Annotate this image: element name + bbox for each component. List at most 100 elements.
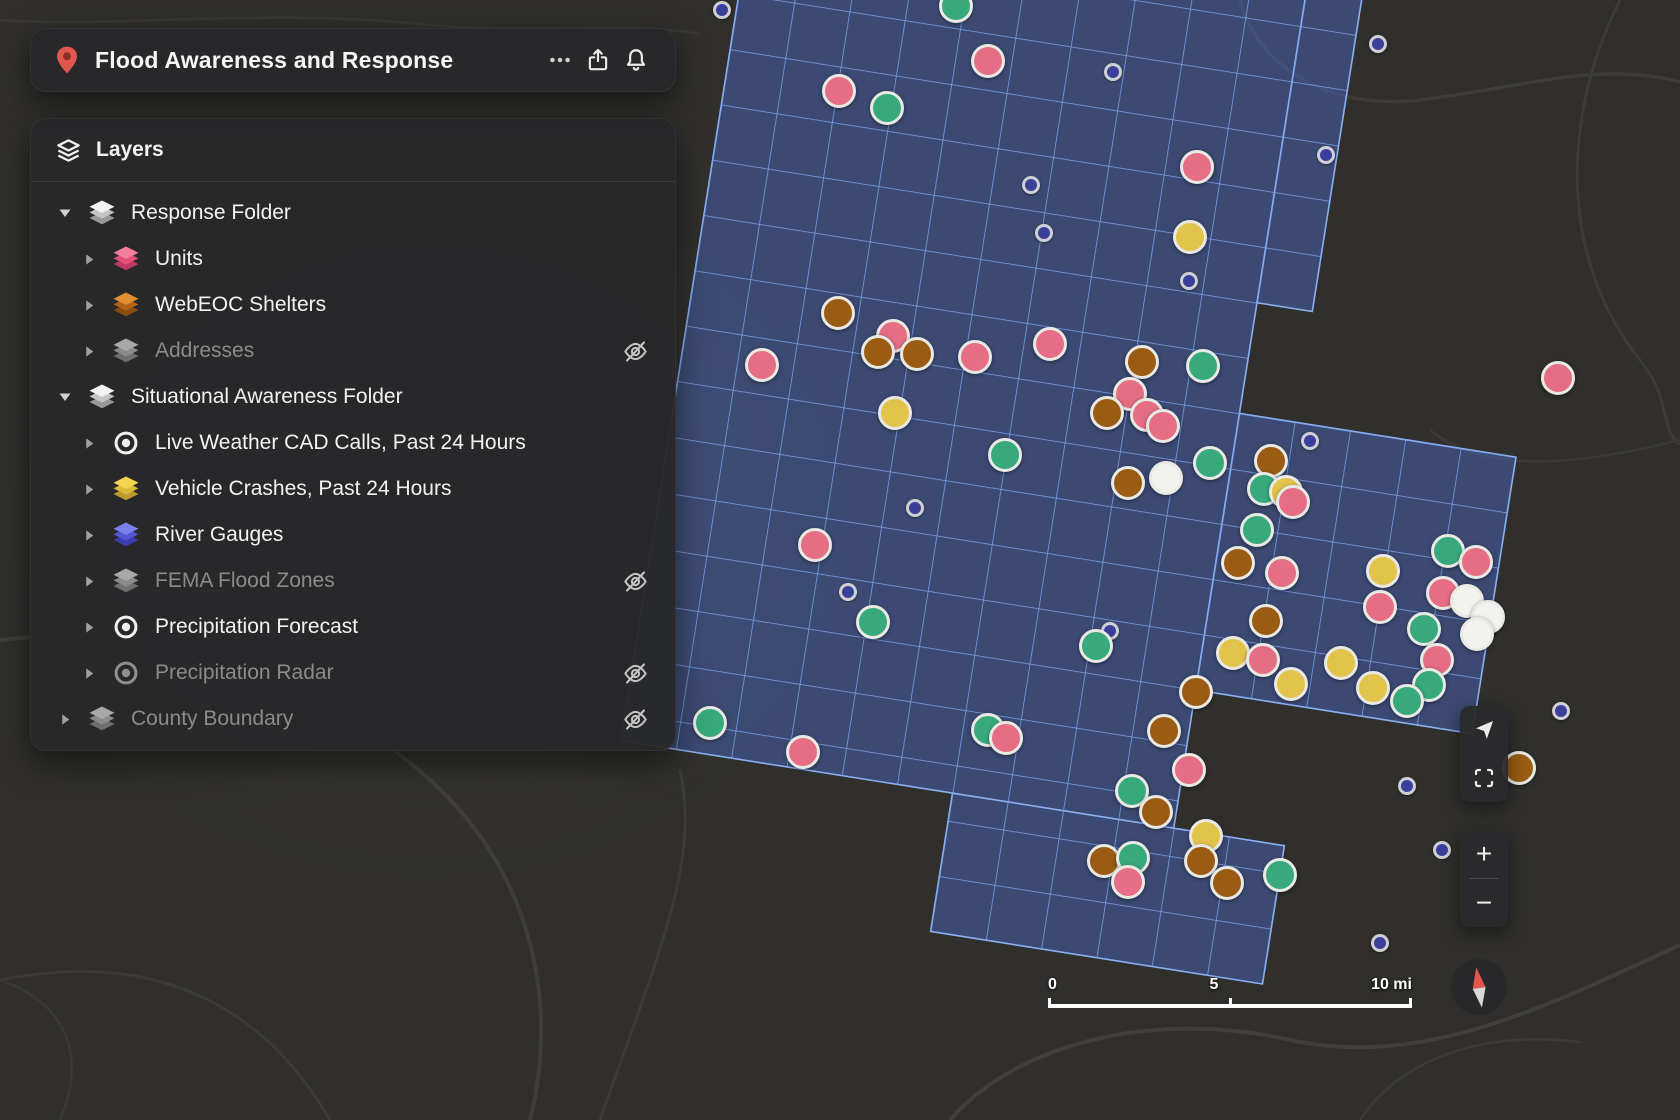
layer-item-county-boundary[interactable]: County Boundary — [31, 696, 675, 742]
compass-button[interactable] — [1450, 958, 1508, 1016]
map-marker-green[interactable] — [988, 438, 1022, 472]
zoom-out-button[interactable]: − — [1460, 879, 1508, 927]
disclosure-right-icon[interactable] — [53, 712, 77, 727]
layer-item-precipitation-forecast[interactable]: Precipitation Forecast — [31, 604, 675, 650]
visibility-off-icon[interactable] — [622, 660, 649, 687]
map-marker-pink[interactable] — [1363, 590, 1397, 624]
layer-item-live-weather-cad-calls-past-24-hours[interactable]: Live Weather CAD Calls, Past 24 Hours — [31, 420, 675, 466]
layer-item-response-folder[interactable]: Response Folder — [31, 190, 675, 236]
map-marker-navy-small[interactable] — [1433, 841, 1451, 859]
disclosure-down-icon[interactable] — [53, 389, 77, 405]
share-button[interactable] — [579, 40, 617, 80]
map-marker-pink[interactable] — [798, 528, 832, 562]
map-marker-pink[interactable] — [1265, 556, 1299, 590]
map-marker-green[interactable] — [1240, 513, 1274, 547]
map-marker-yellow[interactable] — [1324, 646, 1358, 680]
map-marker-brown[interactable] — [900, 337, 934, 371]
layer-item-units[interactable]: Units — [31, 236, 675, 282]
map-marker-brown[interactable] — [861, 335, 895, 369]
map-marker-pink[interactable] — [1033, 327, 1067, 361]
map-marker-brown[interactable] — [1210, 866, 1244, 900]
map-marker-white[interactable] — [1149, 461, 1183, 495]
layer-item-situational-awareness-folder[interactable]: Situational Awareness Folder — [31, 374, 675, 420]
disclosure-right-icon[interactable] — [77, 344, 101, 359]
visibility-off-icon[interactable] — [622, 568, 649, 595]
bell-icon[interactable] — [617, 40, 655, 80]
frame-button[interactable] — [1460, 754, 1508, 802]
map-marker-pink[interactable] — [1180, 150, 1214, 184]
disclosure-right-icon[interactable] — [77, 574, 101, 589]
map-marker-brown[interactable] — [1179, 675, 1213, 709]
map-marker-brown[interactable] — [1249, 604, 1283, 638]
map-marker-pink[interactable] — [1459, 545, 1493, 579]
map-marker-pink[interactable] — [1111, 865, 1145, 899]
map-marker-yellow[interactable] — [1173, 220, 1207, 254]
title-card[interactable]: Flood Awareness and Response — [30, 28, 676, 92]
map-marker-pink[interactable] — [745, 348, 779, 382]
layer-item-river-gauges[interactable]: River Gauges — [31, 512, 675, 558]
map-marker-brown[interactable] — [1139, 795, 1173, 829]
map-marker-brown[interactable] — [1111, 466, 1145, 500]
map-marker-pink[interactable] — [971, 44, 1005, 78]
disclosure-right-icon[interactable] — [77, 666, 101, 681]
map-marker-navy-small[interactable] — [1104, 63, 1122, 81]
layer-item-precipitation-radar[interactable]: Precipitation Radar — [31, 650, 675, 696]
visibility-off-icon[interactable] — [622, 338, 649, 365]
map-marker-navy-small[interactable] — [1301, 432, 1319, 450]
map-marker-navy-small[interactable] — [1022, 176, 1040, 194]
map-marker-navy-small[interactable] — [1180, 272, 1198, 290]
map-marker-pink[interactable] — [786, 735, 820, 769]
map-marker-navy-small[interactable] — [1317, 146, 1335, 164]
map-marker-pink[interactable] — [958, 340, 992, 374]
map-marker-navy-small[interactable] — [1552, 702, 1570, 720]
disclosure-down-icon[interactable] — [53, 205, 77, 221]
map-marker-brown[interactable] — [1090, 396, 1124, 430]
map-marker-brown[interactable] — [1221, 546, 1255, 580]
map-marker-pink[interactable] — [1541, 361, 1575, 395]
disclosure-right-icon[interactable] — [77, 436, 101, 451]
map-marker-green[interactable] — [856, 605, 890, 639]
map-marker-green[interactable] — [1186, 349, 1220, 383]
map-marker-navy-small[interactable] — [839, 583, 857, 601]
map-marker-pink[interactable] — [1172, 753, 1206, 787]
map-marker-navy-small[interactable] — [906, 499, 924, 517]
locate-button[interactable] — [1460, 706, 1508, 754]
map-marker-yellow[interactable] — [1216, 636, 1250, 670]
map-marker-pink[interactable] — [1246, 643, 1280, 677]
layer-item-addresses[interactable]: Addresses — [31, 328, 675, 374]
map-title[interactable]: Flood Awareness and Response — [95, 47, 541, 74]
map-marker-brown[interactable] — [821, 296, 855, 330]
map-marker-green[interactable] — [693, 706, 727, 740]
map-marker-yellow[interactable] — [1366, 554, 1400, 588]
layer-item-fema-flood-zones[interactable]: FEMA Flood Zones — [31, 558, 675, 604]
map-marker-navy-small[interactable] — [1371, 934, 1389, 952]
map-marker-pink[interactable] — [1146, 409, 1180, 443]
map-marker-brown[interactable] — [1147, 714, 1181, 748]
map-marker-yellow[interactable] — [878, 396, 912, 430]
layer-item-vehicle-crashes-past-24-hours[interactable]: Vehicle Crashes, Past 24 Hours — [31, 466, 675, 512]
map-marker-yellow[interactable] — [1356, 671, 1390, 705]
map-marker-pink[interactable] — [1276, 485, 1310, 519]
disclosure-right-icon[interactable] — [77, 482, 101, 497]
map-marker-green[interactable] — [870, 91, 904, 125]
map-marker-green[interactable] — [1390, 684, 1424, 718]
map-marker-green[interactable] — [1407, 612, 1441, 646]
disclosure-right-icon[interactable] — [77, 620, 101, 635]
map-marker-green[interactable] — [1193, 446, 1227, 480]
visibility-off-icon[interactable] — [622, 706, 649, 733]
map-marker-navy-small[interactable] — [1398, 777, 1416, 795]
map-marker-navy-small[interactable] — [1369, 35, 1387, 53]
map-marker-navy-small[interactable] — [713, 1, 731, 19]
map-marker-green[interactable] — [1079, 629, 1113, 663]
disclosure-right-icon[interactable] — [77, 252, 101, 267]
map-marker-yellow[interactable] — [1274, 667, 1308, 701]
map-marker-brown[interactable] — [1125, 345, 1159, 379]
disclosure-right-icon[interactable] — [77, 298, 101, 313]
map-marker-pink[interactable] — [989, 721, 1023, 755]
more-options-button[interactable] — [541, 40, 579, 80]
map-marker-green[interactable] — [1263, 858, 1297, 892]
layer-item-webeoc-shelters[interactable]: WebEOC Shelters — [31, 282, 675, 328]
disclosure-right-icon[interactable] — [77, 528, 101, 543]
map-canvas[interactable]: Flood Awareness and Response — [0, 0, 1680, 1120]
map-marker-navy-small[interactable] — [1035, 224, 1053, 242]
